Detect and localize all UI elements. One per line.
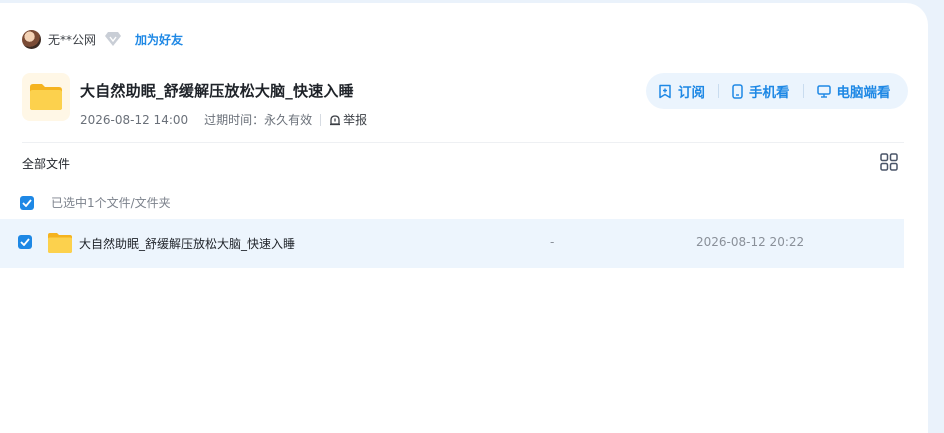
folder-icon <box>22 73 70 121</box>
folder-icon <box>47 232 73 258</box>
share-title: 大自然助眠_舒缓解压放松大脑_快速入睡 <box>80 82 354 100</box>
mobile-view-button[interactable]: 手机看 <box>732 81 790 101</box>
file-size: - <box>550 235 555 249</box>
desktop-view-button[interactable]: 电脑端看 <box>816 81 891 101</box>
report-icon <box>330 114 341 125</box>
selection-count: 已选中1个文件/文件夹 <box>51 196 171 210</box>
row-checkbox[interactable] <box>18 235 32 249</box>
meta-divider <box>320 113 322 126</box>
share-expire-time: 过期时间：永久有效 <box>204 113 313 127</box>
sharer-info: 无**公网 加为好友 <box>22 28 183 50</box>
report-link[interactable]: 举报 <box>329 111 367 128</box>
checkmark-icon <box>20 238 30 246</box>
share-header: 大自然助眠_舒缓解压放松大脑_快速入睡 2026-08-12 14:00 过期时… <box>22 73 367 128</box>
checkmark-icon <box>22 198 32 207</box>
select-all-row: 已选中1个文件/文件夹 <box>20 194 171 211</box>
phone-icon <box>732 83 743 99</box>
report-label: 举报 <box>343 113 368 127</box>
file-name[interactable]: 大自然助眠_舒缓解压放松大脑_快速入睡 <box>79 235 295 252</box>
add-friend-link[interactable]: 加为好友 <box>135 31 183 48</box>
share-card: 无**公网 加为好友 大自然助眠_舒缓解压放松大脑_快速入睡 2026-08-1… <box>0 3 928 433</box>
desktop-view-label: 电脑端看 <box>836 85 891 101</box>
breadcrumb-all-files[interactable]: 全部文件 <box>22 155 70 172</box>
action-divider <box>718 84 719 98</box>
share-actions: 订阅 手机看 电脑端看 <box>646 73 908 109</box>
mobile-view-label: 手机看 <box>749 85 790 101</box>
action-divider <box>802 84 804 98</box>
share-meta: 2026-08-12 14:00 过期时间：永久有效 举报 <box>80 111 367 128</box>
avatar[interactable] <box>22 29 41 49</box>
diamond-vip-icon <box>104 31 122 47</box>
table-row[interactable]: 大自然助眠_舒缓解压放松大脑_快速入睡 - 2026-08-12 20:22 <box>0 219 904 268</box>
sharer-name: 无**公网 <box>48 32 97 47</box>
file-date: 2026-08-12 20:22 <box>696 235 805 249</box>
select-all-checkbox[interactable] <box>20 195 34 210</box>
monitor-icon <box>816 84 831 98</box>
share-created-time: 2026-08-12 14:00 <box>80 112 189 127</box>
grid-view-icon[interactable] <box>880 153 898 171</box>
subscribe-button[interactable]: 订阅 <box>658 81 705 101</box>
subscribe-icon <box>659 84 671 98</box>
subscribe-label: 订阅 <box>678 85 705 101</box>
header-divider <box>22 142 904 143</box>
